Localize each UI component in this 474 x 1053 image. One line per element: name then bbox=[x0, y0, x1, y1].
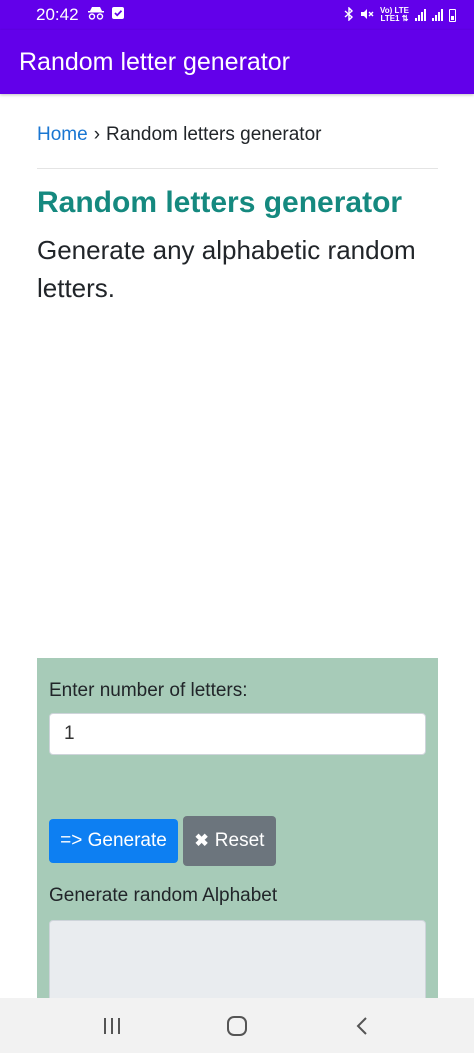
breadcrumb-separator: › bbox=[93, 124, 101, 145]
volte-lte-icon: Vo) LTE LTE1 ⇅ bbox=[380, 7, 409, 23]
home-icon[interactable] bbox=[217, 1006, 257, 1046]
letter-count-label: Enter number of letters: bbox=[49, 680, 248, 701]
close-icon: ✖ bbox=[194, 831, 209, 850]
generate-button[interactable]: => Generate bbox=[49, 819, 178, 863]
back-icon[interactable] bbox=[342, 1006, 382, 1046]
app-bar: Random letter generator bbox=[0, 30, 474, 94]
app-title: Random letter generator bbox=[19, 47, 290, 76]
system-nav-bar bbox=[0, 998, 474, 1053]
divider bbox=[37, 168, 438, 169]
output-textarea[interactable] bbox=[49, 920, 426, 1010]
output-label: Generate random Alphabet bbox=[49, 885, 278, 906]
mute-icon bbox=[360, 7, 374, 24]
signal-icon bbox=[432, 9, 443, 21]
volte-bottom-label: LTE1 ⇅ bbox=[380, 14, 409, 23]
signal-icon bbox=[415, 9, 426, 21]
battery-icon bbox=[449, 8, 456, 22]
page-title: Random letters generator bbox=[37, 186, 403, 219]
breadcrumb: Home › Random letters generator bbox=[37, 124, 321, 146]
generator-panel: Enter number of letters: => Generate ✖ R… bbox=[37, 658, 438, 1010]
status-time: 20:42 bbox=[36, 5, 79, 24]
recent-apps-icon[interactable] bbox=[92, 1006, 132, 1046]
reset-button-label: Reset bbox=[214, 830, 265, 851]
letter-count-input[interactable] bbox=[49, 713, 426, 755]
status-bar: 20:42 Vo) LTE LTE1 ⇅ bbox=[0, 0, 474, 30]
page-description: Generate any alphabetic random letters. bbox=[37, 235, 416, 303]
breadcrumb-home-link[interactable]: Home bbox=[37, 124, 88, 146]
download-check-icon bbox=[111, 6, 125, 25]
breadcrumb-current: Random letters generator bbox=[106, 124, 322, 145]
bluetooth-icon bbox=[344, 5, 354, 24]
incognito-icon bbox=[87, 6, 105, 25]
reset-button[interactable]: ✖ Reset bbox=[183, 816, 276, 866]
